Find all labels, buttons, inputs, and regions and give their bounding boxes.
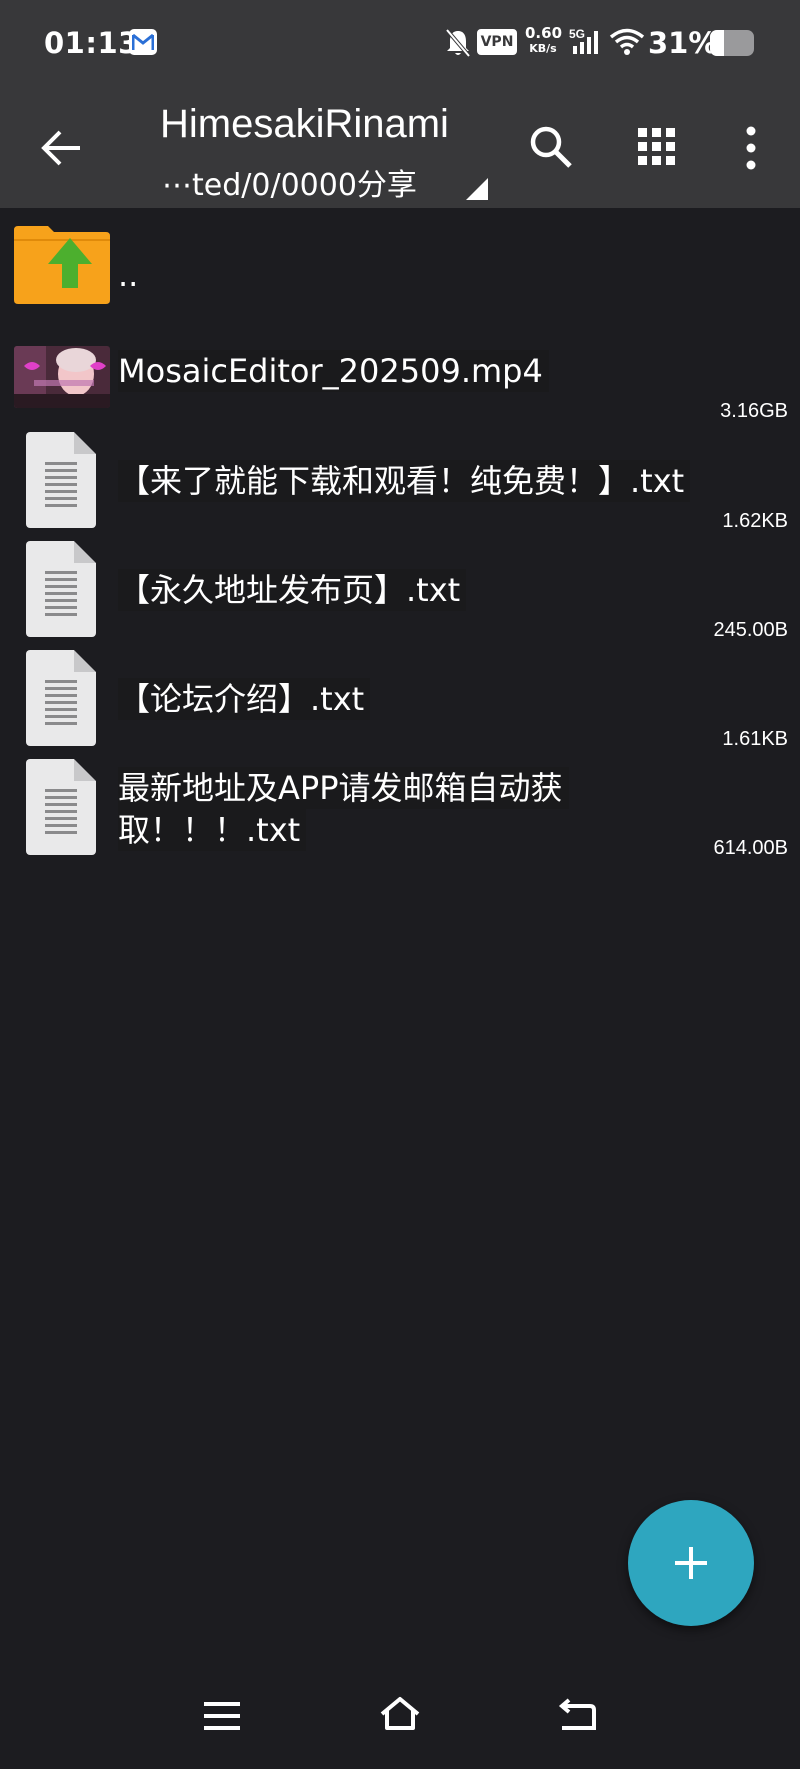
- status-time: 01:13: [44, 26, 139, 60]
- page-title: HimesakiRinami: [160, 102, 449, 146]
- battery-icon: [710, 30, 754, 56]
- list-item[interactable]: 最新地址及APP请发邮箱自动获 取！！！.txt 614.00B: [0, 759, 800, 859]
- file-name: MosaicEditor_202509.mp4: [118, 350, 549, 392]
- file-size: 3.16GB: [720, 400, 788, 422]
- text-file-icon: [26, 432, 96, 528]
- list-item[interactable]: ..: [0, 218, 800, 308]
- cellular-signal-icon: 5G: [569, 26, 603, 60]
- grid-icon: [638, 128, 675, 165]
- wifi-icon: [609, 28, 645, 60]
- menu-icon: [204, 1702, 240, 1730]
- file-size: 245.00B: [713, 619, 788, 641]
- list-item[interactable]: 【永久地址发布页】.txt 245.00B: [0, 541, 800, 641]
- return-icon: [558, 1698, 596, 1730]
- parent-folder-icon: [14, 224, 110, 308]
- battery-percent: 31%: [648, 26, 718, 60]
- app-bar: HimesakiRinami ⋯ted/0/0000分享: [0, 88, 800, 208]
- file-size: 614.00B: [713, 837, 788, 859]
- file-name: ..: [118, 256, 139, 294]
- list-item[interactable]: MosaicEditor_202509.mp4 3.16GB: [0, 336, 800, 426]
- network-speed-value: 0.60: [525, 24, 563, 42]
- network-type-label: 5G: [569, 27, 585, 41]
- file-size: 1.61KB: [722, 728, 788, 750]
- network-speed-unit: KB/s: [529, 42, 557, 55]
- file-name-line-1: 最新地址及APP请发邮箱自动获: [118, 767, 569, 809]
- status-bar: 01:13 VPN 0.60 KB/s 5G 31%: [0, 0, 800, 88]
- file-name: 【永久地址发布页】.txt: [118, 569, 467, 611]
- back-button[interactable]: [36, 122, 88, 174]
- file-name: 【来了就能下载和观看！纯免费！】.txt: [118, 460, 691, 502]
- arrow-left-icon: [41, 130, 80, 166]
- search-icon: [530, 126, 572, 168]
- home-icon: [380, 1697, 420, 1730]
- battery-level-fill: [710, 30, 724, 56]
- system-back-button[interactable]: [558, 1698, 598, 1738]
- search-button[interactable]: [528, 124, 574, 170]
- text-file-icon: [26, 650, 96, 746]
- file-name-line-2: 取！！！.txt: [118, 809, 307, 851]
- list-item[interactable]: 【来了就能下载和观看！纯免费！】.txt 1.62KB: [0, 432, 800, 532]
- text-file-icon: [26, 759, 96, 855]
- more-vertical-icon: [746, 126, 756, 170]
- file-name: 【论坛介绍】.txt: [118, 678, 371, 720]
- home-button[interactable]: [378, 1696, 422, 1736]
- gmail-notification-icon: [129, 29, 157, 55]
- current-path[interactable]: ⋯ted/0/0000分享: [162, 160, 417, 204]
- mute-notifications-icon: [445, 28, 471, 62]
- grid-view-button[interactable]: [638, 128, 676, 166]
- recent-apps-button[interactable]: [204, 1702, 240, 1734]
- network-speed: 0.60 KB/s: [525, 24, 563, 56]
- system-nav-bar: [0, 1660, 800, 1769]
- vpn-icon: VPN: [477, 29, 517, 55]
- file-manager-screen: 01:13 VPN 0.60 KB/s 5G 31% HimesakiRinam…: [0, 0, 800, 1769]
- video-thumbnail: [14, 346, 110, 408]
- add-button[interactable]: [628, 1500, 754, 1626]
- list-item[interactable]: 【论坛介绍】.txt 1.61KB: [0, 650, 800, 750]
- file-size: 1.62KB: [722, 510, 788, 532]
- text-file-icon: [26, 541, 96, 637]
- more-options-button[interactable]: [740, 124, 762, 172]
- path-dropdown-icon[interactable]: [466, 178, 488, 200]
